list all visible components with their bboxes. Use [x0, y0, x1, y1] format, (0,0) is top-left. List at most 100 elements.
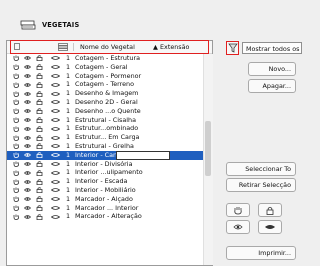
wireframe-icon[interactable] [51, 55, 60, 61]
hidden-icon[interactable] [13, 64, 20, 71]
hidden-icon[interactable] [13, 196, 20, 203]
hidden-icon[interactable] [13, 205, 20, 211]
hidden-icon[interactable] [13, 179, 20, 185]
unlock-icon[interactable] [36, 205, 43, 211]
print-button[interactable]: Imprimir... [226, 246, 296, 260]
hidden-icon[interactable] [13, 161, 20, 167]
visible-eye-icon[interactable] [24, 143, 31, 149]
visible-eye-icon[interactable] [24, 205, 31, 211]
unlock-icon[interactable] [36, 178, 43, 185]
visible-eye-icon[interactable] [24, 170, 31, 176]
wireframe-icon[interactable] [51, 143, 60, 149]
visible-eye-icon[interactable] [24, 117, 31, 123]
filter-dropdown[interactable]: Mostrar todos os [242, 42, 302, 54]
visible-eye-icon[interactable] [24, 55, 31, 61]
wireframe-icon[interactable] [51, 126, 60, 132]
hidden-icon[interactable] [13, 135, 20, 141]
wireframe-icon[interactable] [51, 187, 60, 193]
extension-column-header[interactable]: Extensão [160, 41, 189, 53]
name-column-header[interactable]: Nome do Vegetal [80, 41, 135, 53]
visible-eye-icon[interactable] [24, 152, 31, 158]
list-row[interactable]: 1 Marcador - Alçado [7, 195, 203, 204]
new-button[interactable]: Novo... [248, 62, 296, 76]
unlock-icon[interactable] [36, 170, 43, 176]
layer-combo-icon[interactable] [58, 43, 68, 51]
wireframe-icon[interactable] [51, 64, 60, 70]
list-row[interactable]: 1 Interior ...ulipamento [7, 168, 203, 177]
unlock-icon[interactable] [36, 152, 43, 159]
list-row[interactable]: 1 Estrutur...ombinado [7, 124, 203, 133]
list-row[interactable]: 1 Estrutur... Em Carga [7, 133, 203, 142]
list-row[interactable]: 1 Cotagem - Geral [7, 63, 203, 72]
wireframe-icon[interactable] [51, 91, 60, 97]
hidden-icon[interactable] [13, 126, 20, 132]
unlock-icon[interactable] [36, 161, 43, 167]
list-row[interactable]: 1 Interior - Escada [7, 177, 203, 186]
list-row[interactable]: 1 Desenho & Imagem [7, 89, 203, 98]
hidden-icon[interactable] [13, 99, 20, 106]
wireframe-icon[interactable] [51, 117, 60, 123]
show-button[interactable] [226, 220, 250, 234]
lock-button[interactable] [258, 203, 282, 217]
list-row[interactable]: 1 Estrutural - Cisalha [7, 116, 203, 125]
hidden-icon[interactable] [13, 187, 20, 194]
unlock-icon[interactable] [36, 117, 43, 123]
hidden-icon[interactable] [13, 55, 20, 62]
list-row-selected[interactable]: 1 Interior - Candeeiro [7, 150, 203, 160]
list-row[interactable]: 1 Estrutural - Grelha [7, 142, 203, 151]
wireframe-icon[interactable] [51, 161, 60, 167]
unlock-icon[interactable] [36, 90, 43, 97]
visible-eye-icon[interactable] [24, 196, 31, 202]
unlock-icon[interactable] [36, 108, 43, 115]
wireframe-icon[interactable] [51, 205, 60, 211]
visible-eye-icon[interactable] [24, 214, 31, 220]
vegetais-list[interactable]: Nome do Vegetal ▲ Extensão 1 Cotagem - Es… [6, 40, 213, 266]
wireframe-icon[interactable] [51, 170, 60, 176]
hidden-icon[interactable] [13, 91, 20, 97]
list-row[interactable]: 1 Interior - Mobiliário [7, 186, 203, 195]
hidden-icon[interactable] [13, 170, 20, 176]
list-row[interactable]: 1 Interior - Divisória [7, 160, 203, 169]
hide-button[interactable] [226, 203, 250, 217]
unlock-icon[interactable] [36, 187, 43, 194]
list-scrollbar[interactable] [203, 54, 213, 265]
wireframe-icon[interactable] [51, 73, 60, 79]
visible-eye-icon[interactable] [24, 82, 31, 88]
hidden-lock-icon[interactable] [14, 43, 20, 50]
wireframe-icon[interactable] [51, 214, 60, 220]
wireframe-icon[interactable] [51, 99, 60, 105]
wireframe-icon[interactable] [51, 152, 60, 158]
list-row[interactable]: 1 Marcador - Alteração [7, 212, 203, 221]
list-row[interactable]: 1 Desenho 2D - Geral [7, 98, 203, 107]
hidden-icon[interactable] [13, 143, 20, 150]
visible-eye-icon[interactable] [24, 64, 31, 70]
deselect-all-button[interactable]: Retirar Selecção [226, 178, 296, 192]
visible-eye-icon[interactable] [24, 161, 31, 167]
list-row[interactable]: 1 Cotagem - Estrutura [7, 54, 203, 63]
list-row[interactable]: 1 Desenho ...o Quente [7, 107, 203, 116]
scrollbar-thumb[interactable] [205, 121, 211, 176]
visible-eye-icon[interactable] [24, 179, 31, 185]
select-all-button[interactable]: Seleccionar To [226, 162, 296, 176]
visible-eye-icon[interactable] [24, 99, 31, 105]
wireframe-icon[interactable] [51, 196, 60, 202]
hidden-icon[interactable] [13, 214, 20, 220]
hidden-icon[interactable] [13, 117, 20, 123]
visible-eye-icon[interactable] [24, 126, 31, 132]
list-row[interactable]: 1 Marcador ... Interior [7, 204, 203, 213]
unlock-icon[interactable] [36, 214, 43, 220]
unlock-icon[interactable] [36, 73, 43, 79]
solid-fill-button[interactable] [258, 220, 282, 234]
wireframe-icon[interactable] [51, 82, 60, 88]
unlock-icon[interactable] [36, 82, 43, 88]
visible-eye-icon[interactable] [24, 73, 31, 79]
unlock-icon[interactable] [36, 126, 43, 132]
wireframe-icon[interactable] [51, 108, 60, 114]
unlock-icon[interactable] [36, 99, 43, 106]
visible-eye-icon[interactable] [24, 135, 31, 141]
visible-eye-icon[interactable] [24, 108, 31, 114]
hidden-icon[interactable] [13, 73, 20, 79]
delete-button[interactable]: Apagar... [248, 79, 296, 93]
visible-eye-icon[interactable] [24, 91, 31, 97]
wireframe-icon[interactable] [51, 135, 60, 141]
